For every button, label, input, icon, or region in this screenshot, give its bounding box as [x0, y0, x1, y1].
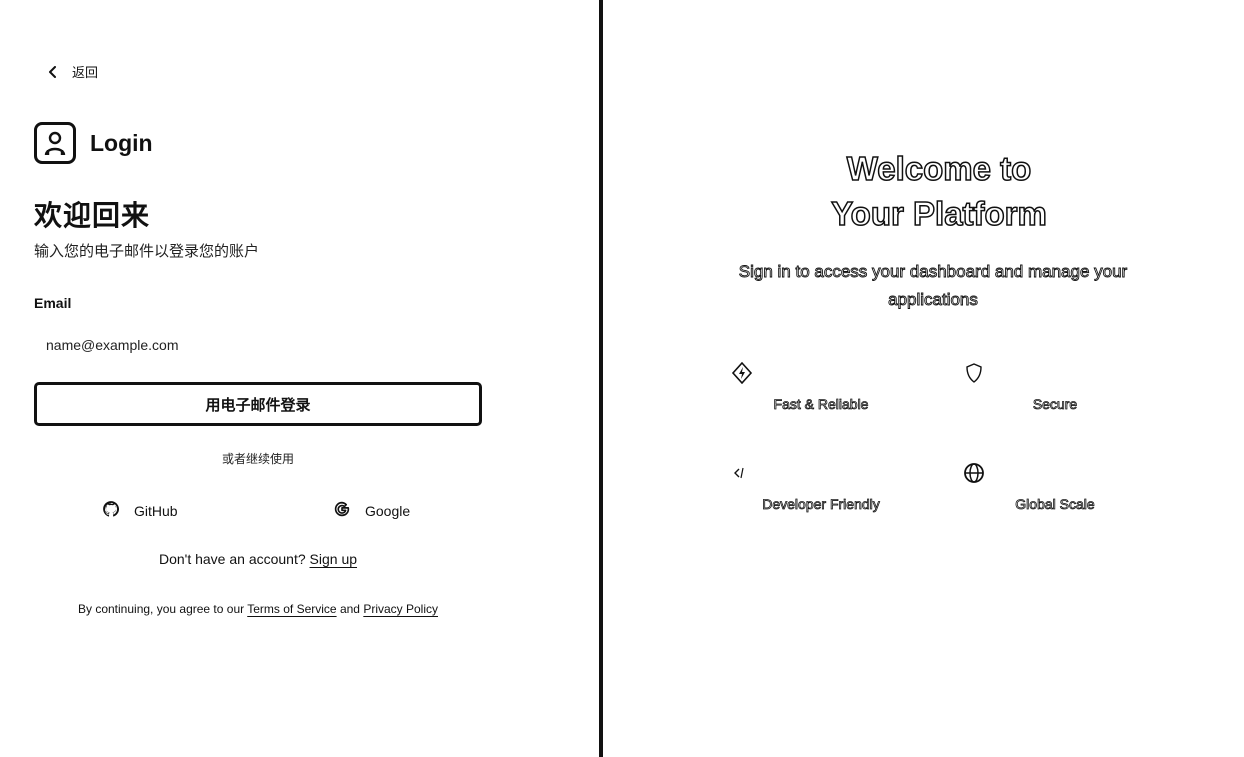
page-title: 欢迎回来 [34, 200, 151, 231]
chevron-left-icon [48, 65, 58, 78]
back-label: 返回 [72, 65, 99, 80]
brand: Login [34, 122, 153, 164]
github-label: GitHub [134, 502, 178, 519]
hero-title: Welcome to Your Platform [603, 146, 1244, 236]
code-icon [731, 462, 753, 484]
user-badge-icon [34, 122, 76, 164]
feature-label: Developer Friendly [762, 496, 880, 513]
google-login-button[interactable]: Google [333, 500, 410, 521]
hero-title-line1: Welcome to [846, 149, 1032, 188]
divider-text: 或者继续使用 [221, 452, 294, 466]
lightning-icon [731, 361, 753, 385]
google-icon [333, 500, 351, 521]
github-login-button[interactable]: GitHub [102, 500, 178, 521]
legal-and: and [339, 602, 360, 616]
login-panel: 返回 Login 欢迎回来 输入您的电子邮件以登录您的账户 Email 用电子邮… [0, 0, 600, 757]
globe-icon [963, 462, 985, 484]
hero-panel: Welcome to Your Platform Sign in to acce… [603, 0, 1244, 757]
terms-link[interactable]: Terms of Service [247, 602, 336, 616]
google-label: Google [365, 502, 411, 519]
brand-name: Login [90, 129, 153, 156]
legal-notice: By continuing, you agree to our Terms of… [34, 602, 482, 616]
email-label: Email [34, 295, 72, 311]
signup-prompt: Don't have an account? Sign up [34, 551, 482, 567]
github-icon [102, 500, 120, 521]
page-subtitle: 输入您的电子邮件以登录您的账户 [34, 243, 260, 260]
shield-icon [963, 362, 985, 384]
hero-title-line2: Your Platform [830, 194, 1047, 233]
legal-prefix: By continuing, you agree to our [78, 602, 245, 616]
feature-label: Global Scale [1015, 496, 1095, 513]
feature-label: Secure [1032, 396, 1078, 413]
back-link[interactable]: 返回 [48, 62, 98, 81]
feature-label: Fast & Reliable [773, 396, 869, 413]
login-page: 返回 Login 欢迎回来 输入您的电子邮件以登录您的账户 Email 用电子邮… [0, 0, 1244, 757]
email-field[interactable] [34, 328, 480, 362]
email-login-button[interactable]: 用电子邮件登录 [34, 382, 482, 426]
signup-text: Don't have an account? [158, 551, 306, 567]
hero-subtitle: Sign in to access your dashboard and man… [738, 262, 1128, 310]
signup-link[interactable]: Sign up [310, 551, 357, 567]
privacy-link[interactable]: Privacy Policy [363, 602, 438, 616]
